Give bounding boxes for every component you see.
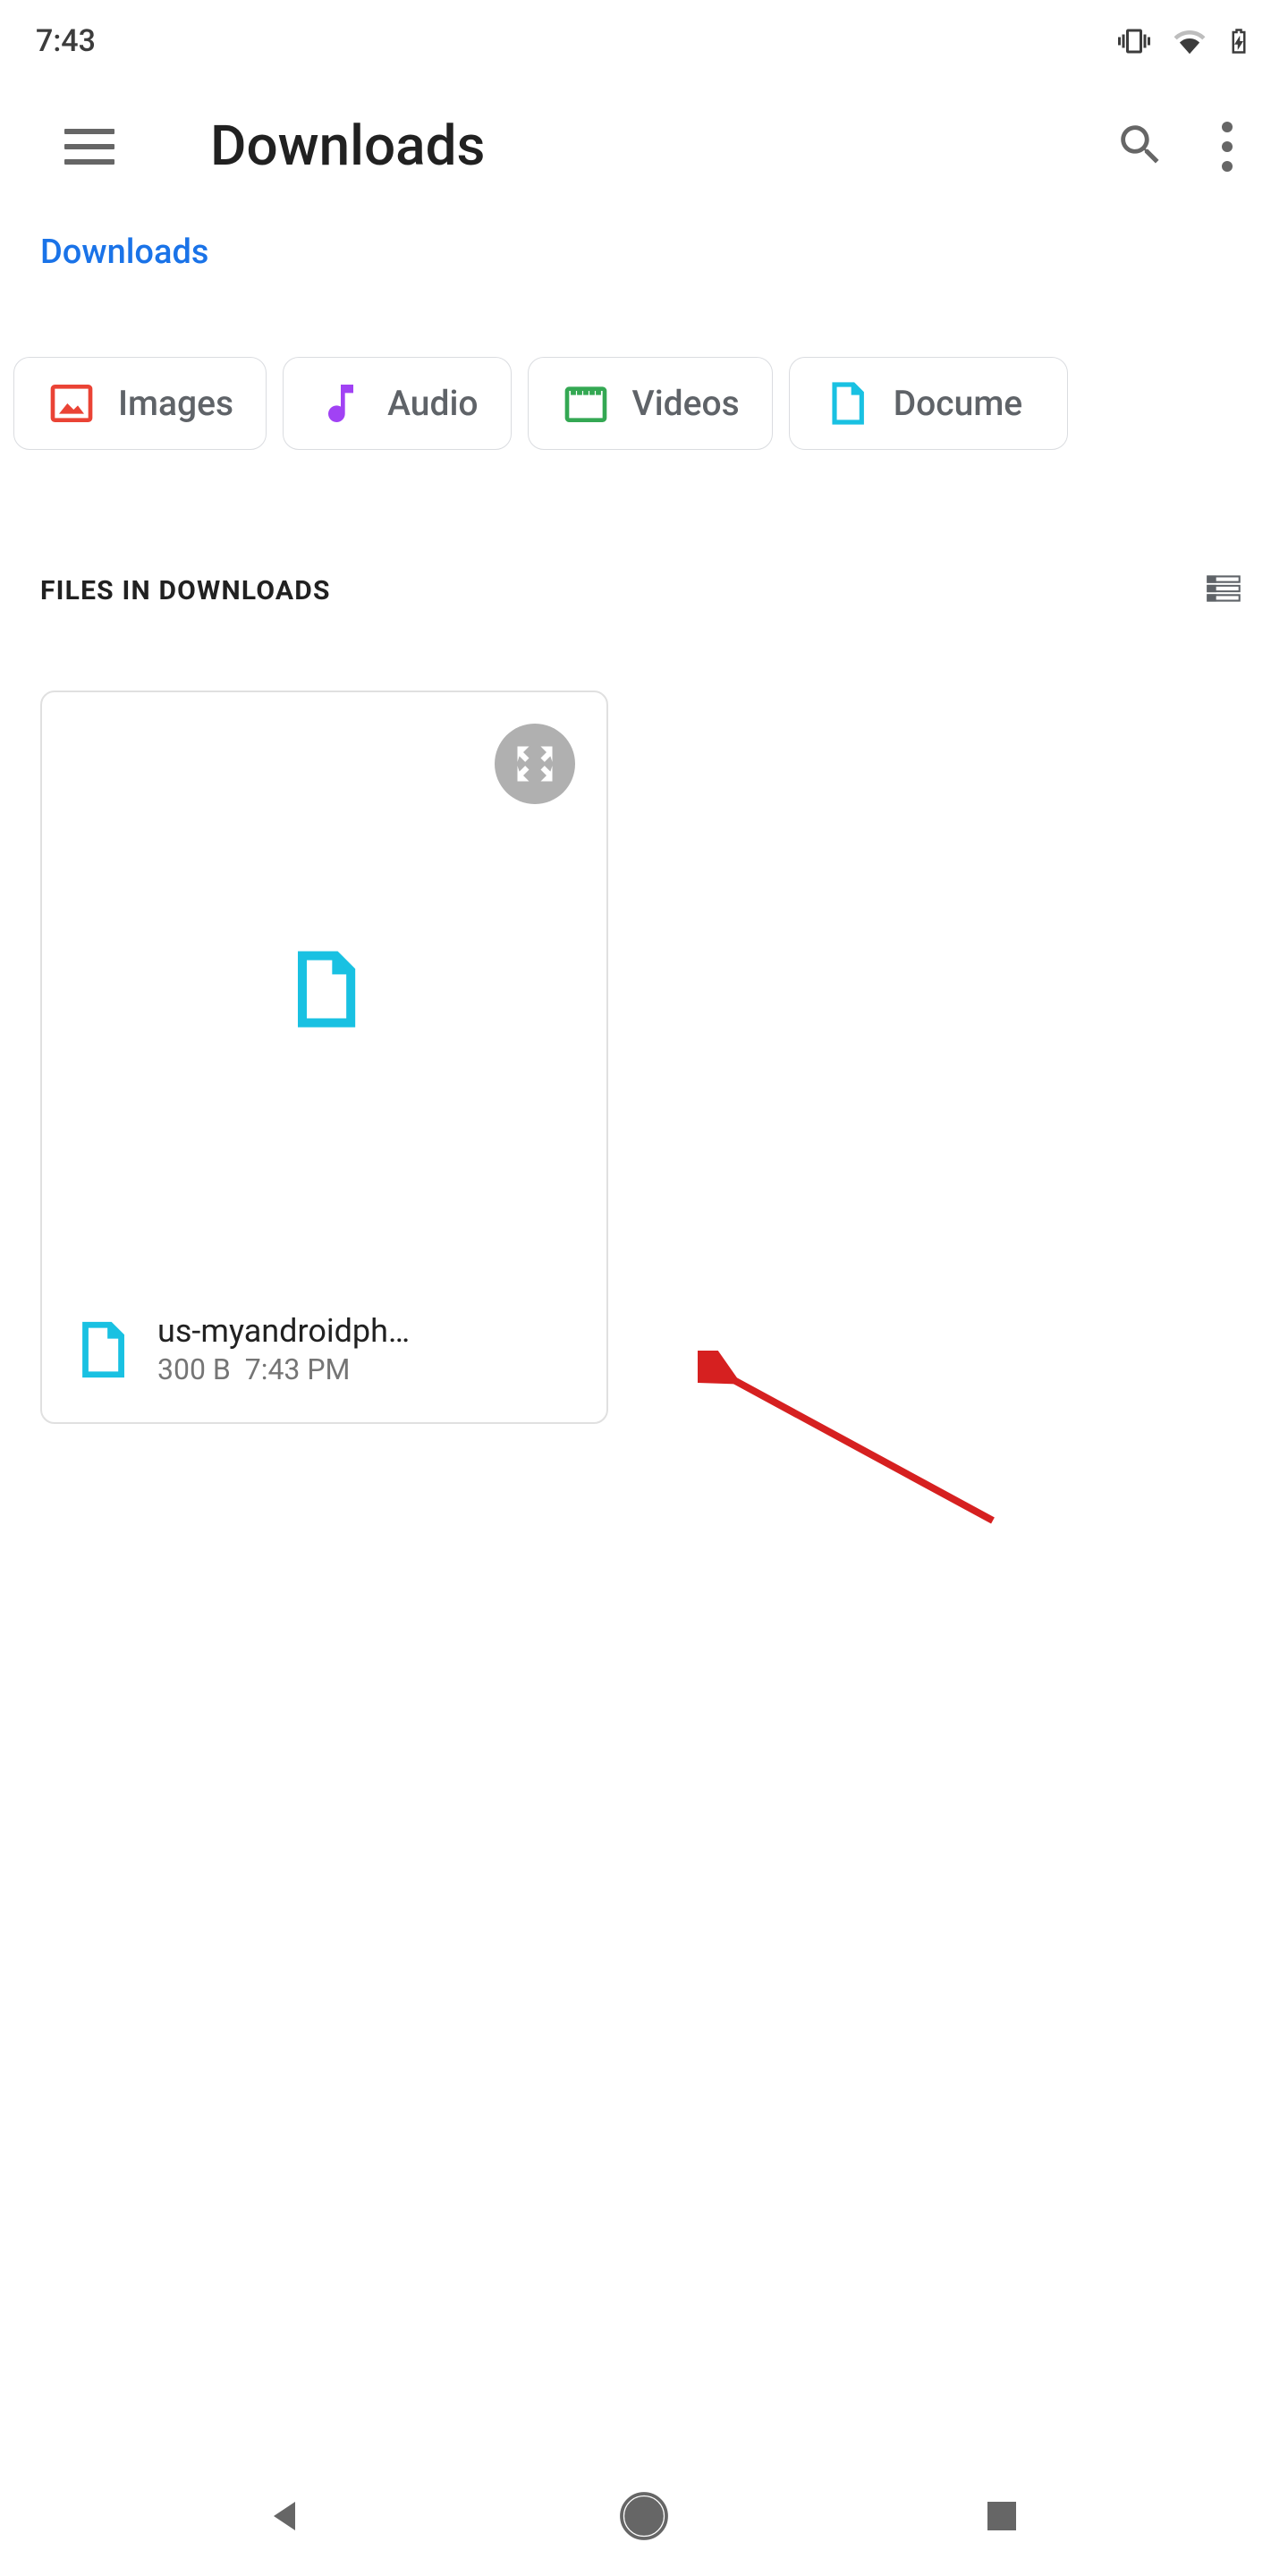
more-options-button[interactable] [1211, 122, 1243, 172]
filter-chip-documents[interactable]: Docume [789, 357, 1069, 450]
navigation-bar [0, 2455, 1288, 2576]
expand-icon[interactable] [495, 724, 575, 804]
app-bar: Downloads [0, 78, 1288, 224]
file-item[interactable]: us-myandroidph… 300 B 7:43 PM [40, 691, 608, 1424]
section-header: FILES IN DOWNLOADS [0, 450, 1288, 614]
filter-chips: Images Audio Videos Docume [0, 303, 1288, 450]
document-icon [822, 378, 872, 428]
vibration-icon [1114, 25, 1154, 57]
file-info: us-myandroidph… 300 B 7:43 PM [42, 1285, 606, 1422]
file-type-icon [69, 1317, 135, 1383]
video-icon [561, 378, 611, 428]
nav-home-button[interactable] [613, 2485, 675, 2547]
status-time: 7:43 [36, 23, 96, 59]
file-name: us-myandroidph… [157, 1312, 410, 1350]
section-title: FILES IN DOWNLOADS [40, 575, 331, 606]
file-meta: 300 B 7:43 PM [157, 1352, 410, 1386]
breadcrumb-downloads[interactable]: Downloads [40, 233, 208, 272]
nav-back-button[interactable] [255, 2485, 318, 2547]
audio-icon [316, 378, 366, 428]
wifi-icon [1170, 24, 1209, 58]
filter-chip-label: Videos [632, 383, 740, 424]
filter-chip-label: Audio [387, 383, 478, 424]
filter-chip-videos[interactable]: Videos [528, 357, 773, 450]
filter-chip-images[interactable]: Images [13, 357, 267, 450]
search-button[interactable] [1114, 119, 1166, 174]
battery-charging-icon [1225, 22, 1252, 60]
filter-chip-label: Docume [894, 383, 1023, 424]
list-view-toggle[interactable] [1199, 566, 1248, 614]
filter-chip-audio[interactable]: Audio [283, 357, 511, 450]
nav-recent-button[interactable] [970, 2485, 1033, 2547]
menu-button[interactable] [58, 115, 121, 178]
file-grid: us-myandroidph… 300 B 7:43 PM [0, 614, 1288, 1500]
app-title: Downloads [210, 114, 1079, 179]
status-icons [1114, 22, 1252, 60]
status-bar: 7:43 [0, 0, 1288, 78]
image-icon [47, 378, 97, 428]
breadcrumb: Downloads [0, 224, 1288, 303]
filter-chip-label: Images [118, 383, 233, 424]
